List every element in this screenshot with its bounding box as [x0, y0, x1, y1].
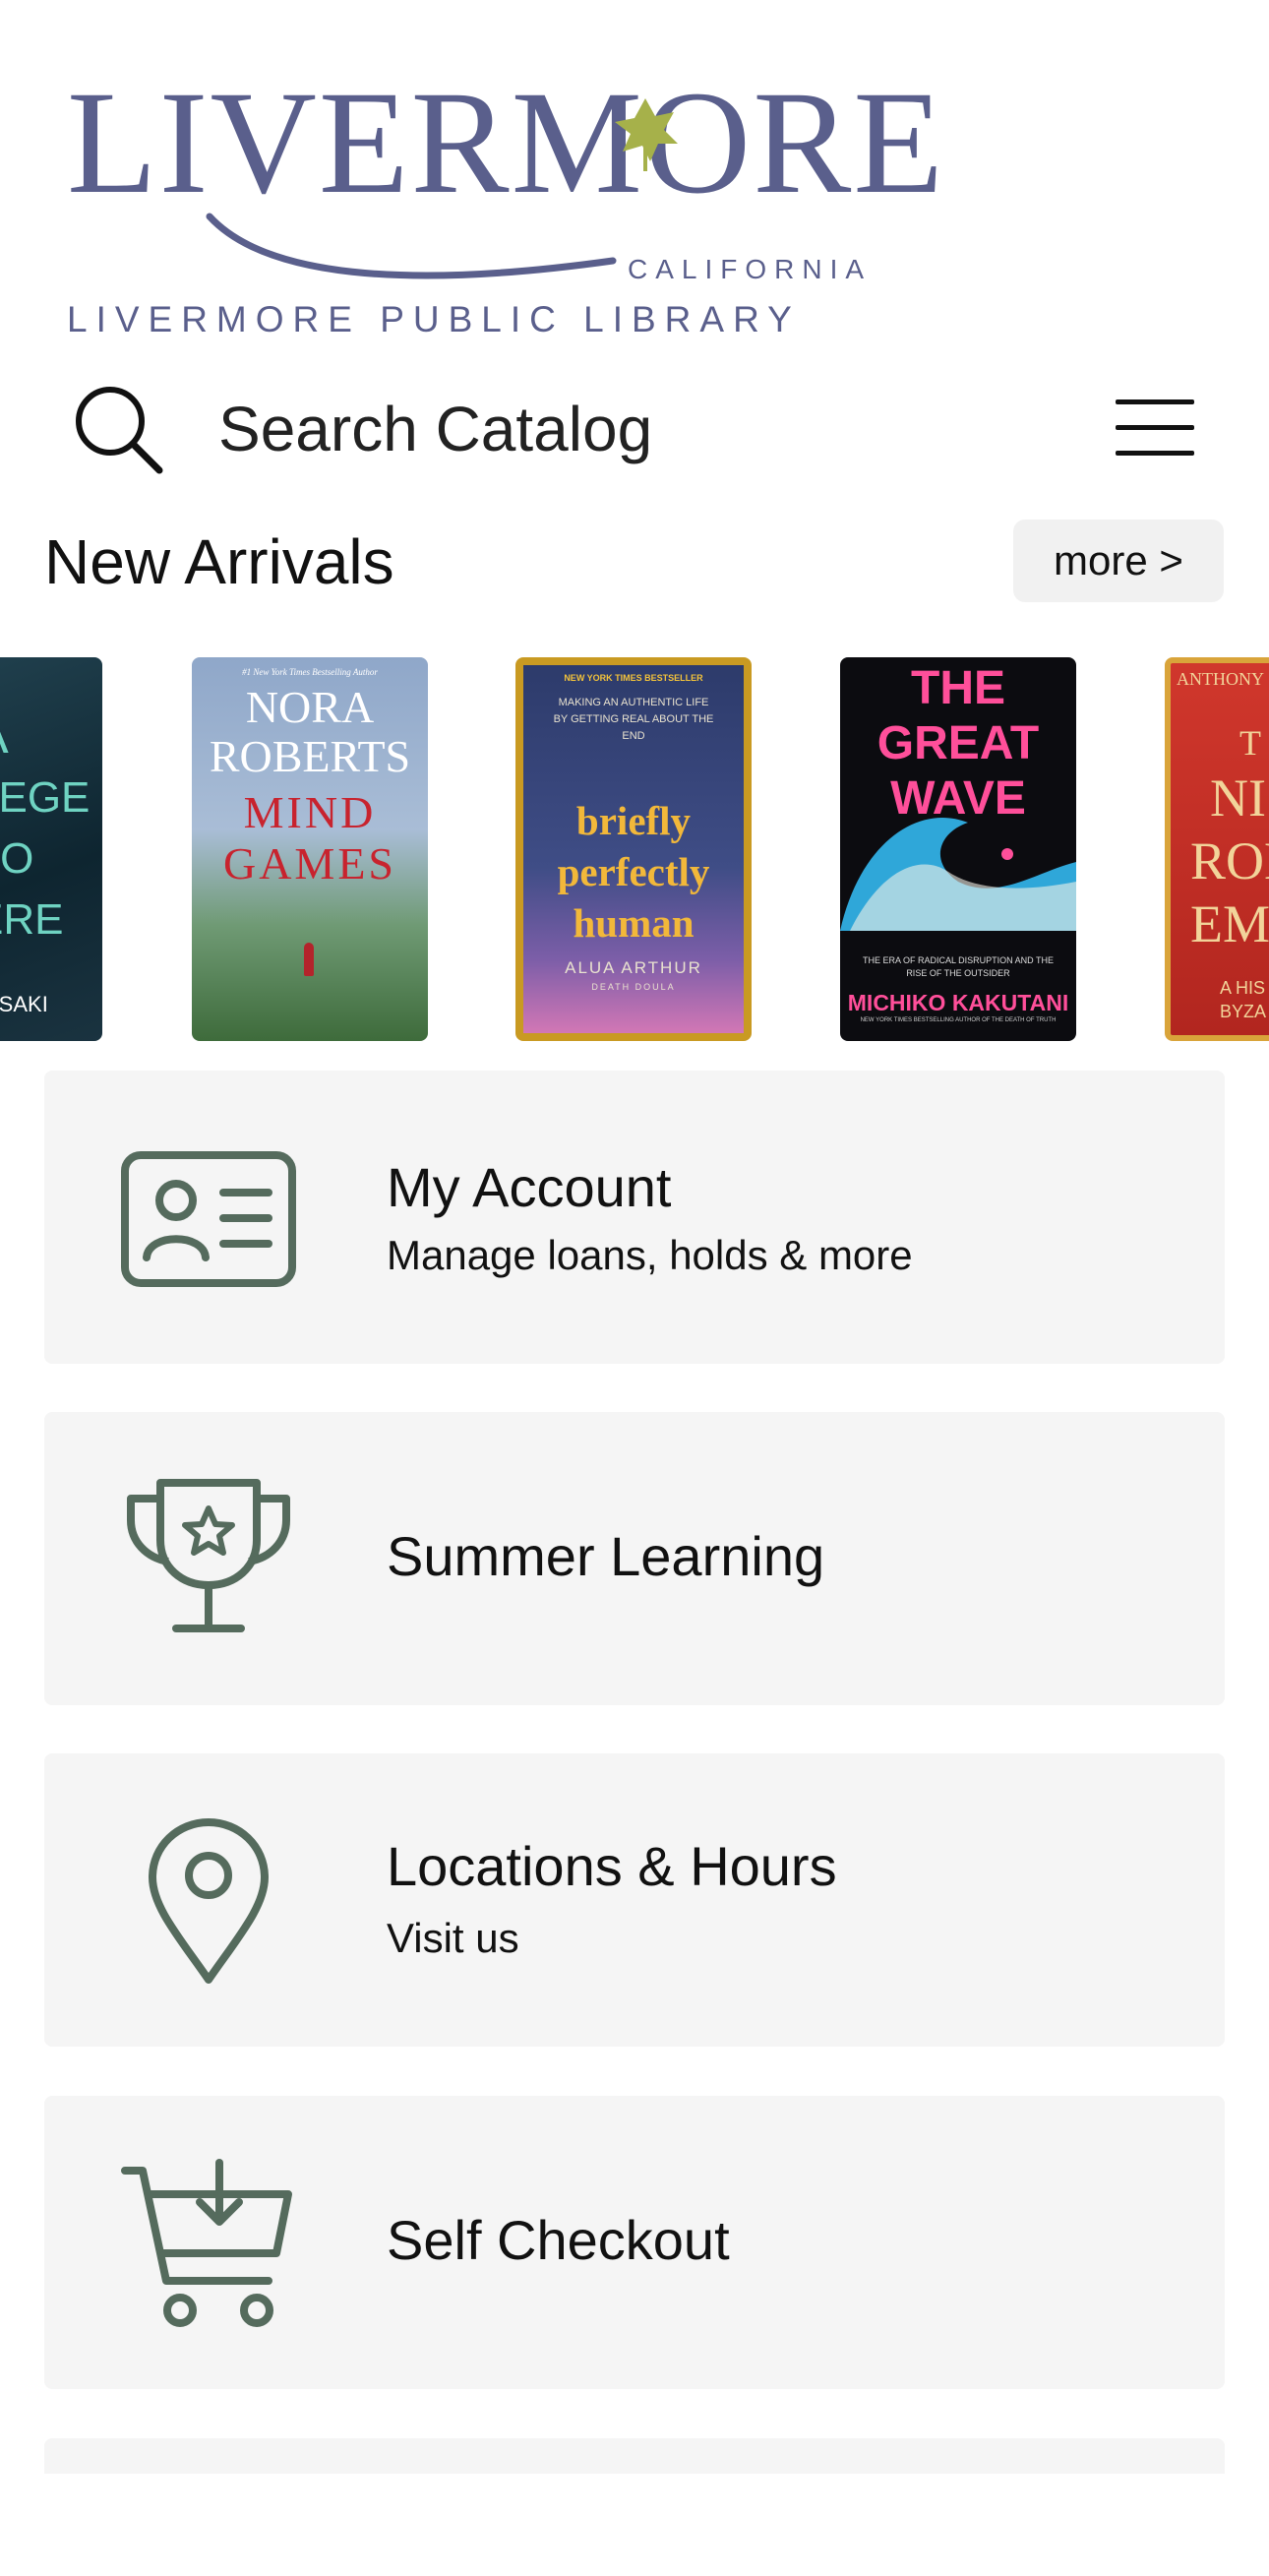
locations-hours-card[interactable]: Locations & Hours Visit us [44, 1753, 1225, 2047]
card-subtitle: Manage loans, holds & more [387, 1232, 913, 1278]
self-checkout-card[interactable]: Self Checkout [44, 2096, 1225, 2389]
book-author: MICHIKO KAKUTANI [847, 990, 1069, 1015]
book-author: ALUA ARTHUR [565, 958, 702, 977]
logo-state: CALIFORNIA [628, 254, 873, 284]
search-bar [0, 374, 1269, 482]
book-header: NEW YORK TIMES BESTSELLER [564, 673, 703, 683]
card-title: Self Checkout [387, 2209, 730, 2271]
book-tagline: THE ERA OF RADICAL DISRUPTION AND THE RI… [862, 955, 1055, 978]
book-cover[interactable]: #1 New York Times Bestselling Author NOR… [192, 657, 428, 1041]
book-title: MIND GAMES [222, 787, 397, 889]
hamburger-menu-icon[interactable] [1116, 388, 1194, 466]
book-cover-text: BYZA [1220, 1002, 1267, 1021]
book-cover[interactable]: ANTHONY T NI ROM EM A HIS BYZA [1165, 657, 1269, 1041]
book-cover-text: EM [1190, 894, 1269, 953]
book-cover-text: TO [0, 834, 34, 883]
book-title: briefly perfectly human [557, 798, 710, 946]
card-subtitle: Visit us [387, 1915, 519, 1961]
my-account-card[interactable]: My Account Manage loans, holds & more [44, 1071, 1225, 1364]
book-cover-text: A HIS [1220, 978, 1266, 998]
more-button[interactable]: more > [1013, 520, 1224, 602]
book-cover-text: ASAKI [0, 992, 48, 1016]
logo-swoosh [206, 213, 617, 279]
next-card[interactable] [44, 2438, 1225, 2474]
book-header: #1 New York Times Bestselling Author [242, 667, 378, 677]
book-footer: NEW YORK TIMES BESTSELLING AUTHOR OF THE… [860, 1017, 1057, 1023]
app-screen: LIVERMORE CALIFORNIA LIVERMORE PUBLIC LI… [0, 0, 1269, 2576]
search-icon[interactable] [71, 382, 165, 476]
logo-wordmark: LIVERMORE [67, 61, 945, 224]
search-input[interactable] [218, 392, 809, 466]
wave-illustration [840, 817, 1076, 931]
card-title: Locations & Hours [387, 1835, 837, 1897]
book-author: NORA ROBERTS [209, 682, 411, 781]
book-cover-text: T [1239, 723, 1261, 763]
new-arrivals-carousel[interactable]: A LEGE TO ERE ASAKI #1 New York Times Be… [0, 657, 1269, 1041]
new-arrivals-title: New Arrivals [44, 526, 394, 597]
id-card-icon [121, 1151, 296, 1287]
book-cover[interactable]: A LEGE TO ERE ASAKI [0, 657, 102, 1041]
book-cover-text: NI [1210, 768, 1266, 828]
book-cover[interactable]: THE GREAT WAVE THE ERA OF RADICAL DISRUP… [840, 657, 1076, 1041]
book-cover-text: ERE [0, 895, 64, 944]
trophy-icon [127, 1479, 290, 1632]
cart-icon [121, 2159, 292, 2327]
card-title: Summer Learning [387, 1525, 825, 1587]
book-cover-text: ROM [1190, 831, 1269, 890]
book-cover[interactable]: NEW YORK TIMES BESTSELLER MAKING AN AUTH… [515, 657, 752, 1041]
book-tagline: MAKING AN AUTHENTIC LIFE BY GETTING REAL… [553, 697, 714, 742]
book-cover-text: A [0, 706, 102, 766]
book-extra: DEATH DOULA [591, 982, 676, 992]
card-title: My Account [387, 1156, 672, 1218]
map-pin-icon [149, 1818, 269, 1984]
book-cover-text: ANTHONY [1177, 669, 1264, 689]
summer-learning-card[interactable]: Summer Learning [44, 1412, 1225, 1705]
library-logo[interactable]: LIVERMORE CALIFORNIA LIVERMORE PUBLIC LI… [67, 59, 943, 339]
book-cover-text: LEGE [0, 773, 91, 822]
logo-library-name: LIVERMORE PUBLIC LIBRARY [67, 299, 801, 339]
grape-leaf-icon [615, 98, 678, 171]
figure-icon [304, 943, 314, 976]
